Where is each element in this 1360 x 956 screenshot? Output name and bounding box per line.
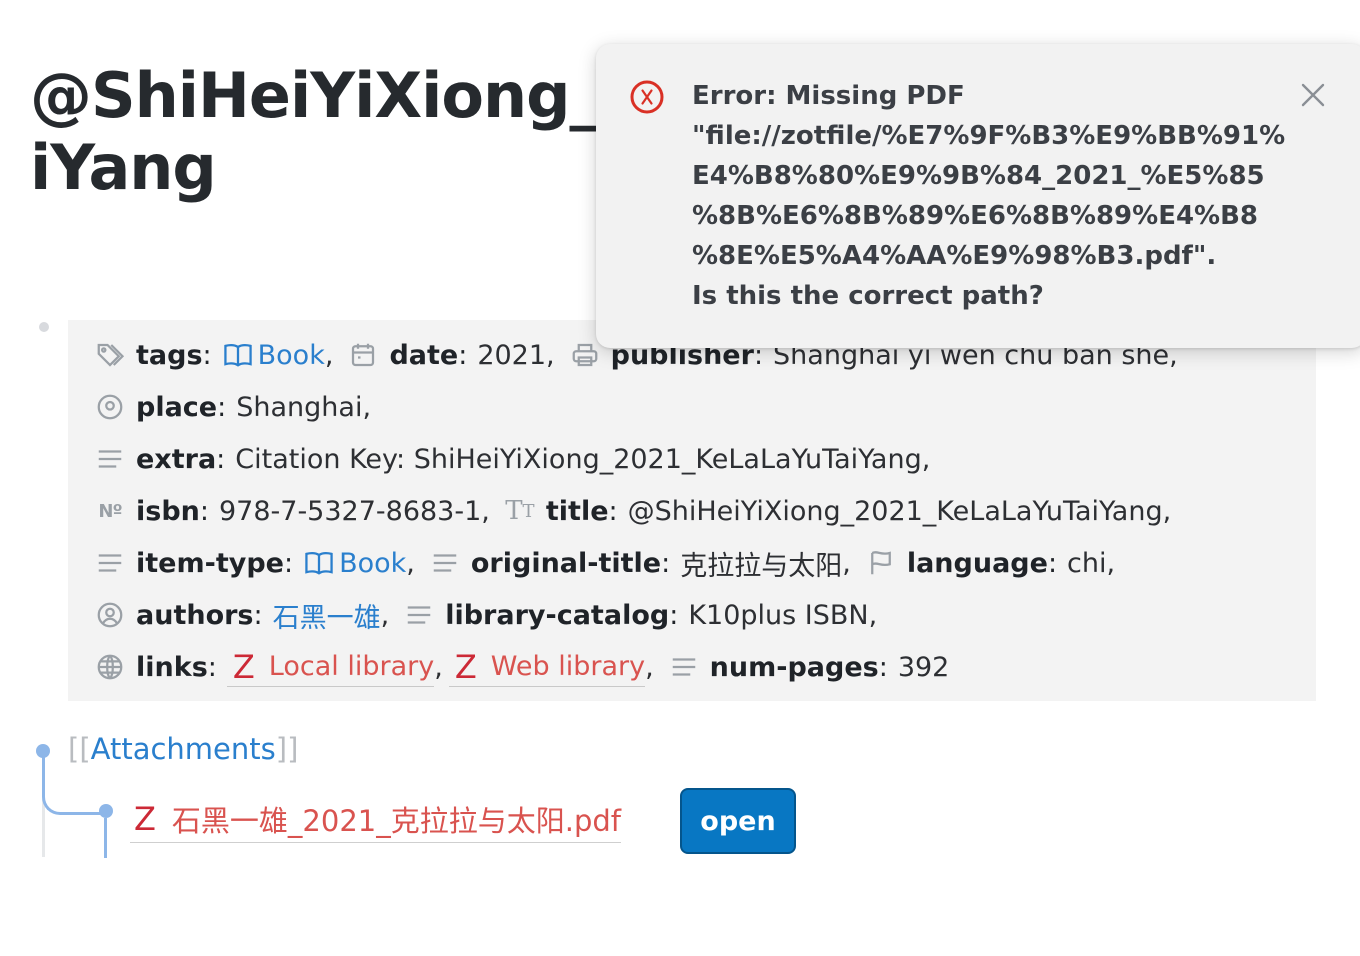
original-title-key: original-title [470,547,662,579]
isbn-key: isbn [136,495,200,527]
date-value: 2021 [477,339,547,371]
zotero-icon: Z [134,799,156,838]
pdf-file-link[interactable]: Z 石黑一雄_2021_克拉拉与太阳.pdf [130,798,621,843]
authors-key: authors [136,599,254,631]
printer-icon [569,339,601,371]
attachments-page-ref[interactable]: [[Attachments]] [68,732,298,766]
flag-icon [865,547,897,579]
tags-key: tags [136,339,203,371]
error-message-line: %8B%E6%8B%89%E6%8B%89%E4%B8 [692,201,1259,231]
library-catalog-value: K10plus ISBN [688,599,869,631]
language-key: language [906,547,1048,579]
links-key: links [136,651,208,683]
author-link[interactable]: 石黑一雄 [273,596,381,635]
web-library-link[interactable]: Z Web library [448,647,646,687]
text-size-icon: TT [505,496,535,526]
error-message-line: Is this the correct path? [692,281,1044,311]
open-button[interactable]: open [680,788,796,854]
numero-icon: Nº [98,500,122,522]
block-bullet[interactable] [39,322,49,332]
property-row-isbn: Nº isbn: 978-7-5327-8683-1, TT title: @S… [94,488,1185,534]
error-notification: Error: Missing PDF "file://zotfile/%E7%9… [596,44,1360,348]
text-lines-icon [94,443,126,475]
num-pages-value: 392 [897,651,950,683]
property-row-authors: authors: 石黑一雄, library-catalog: K10plus … [94,592,891,638]
attachments-link[interactable]: Attachments [91,732,276,766]
local-library-link[interactable]: Z Local library [226,647,435,687]
tag-book-link[interactable]: Book [222,340,325,371]
attachment-item: Z 石黑一雄_2021_克拉拉与太阳.pdf [130,796,621,844]
original-title-value: 克拉拉与太阳 [680,550,843,582]
property-row-extra: extra: Citation Key: ShiHeiYiXiong_2021_… [94,436,944,482]
extra-value: Citation Key: ShiHeiYiXiong_2021_KeLaLaY… [235,443,922,475]
close-icon[interactable] [1298,80,1328,110]
title-key: title [545,495,609,527]
property-row-item-type: item-type: Book , original-title: 克拉拉与太阳… [94,540,1129,586]
zotero-icon: Z [232,647,255,686]
item-type-key: item-type [136,547,284,579]
globe-icon [94,651,126,683]
properties-block[interactable]: tags: Book , date: 2021, publisher: Shan… [68,320,1316,701]
text-lines-icon [403,599,435,631]
text-lines-icon [94,547,126,579]
place-key: place [136,391,218,423]
tree-child-line [104,818,107,858]
error-message-line: E4%B8%80%E9%9B%84_2021_%E5%85 [692,161,1265,191]
title-value: @ShiHeiYiXiong_2021_KeLaLaYuTaiYang [627,495,1163,527]
error-icon [628,78,666,116]
text-lines-icon [668,651,700,683]
attachments-bullet[interactable] [36,744,50,758]
pdf-file-name[interactable]: 石黑一雄_2021_克拉拉与太阳.pdf [172,798,621,840]
num-pages-key: num-pages [709,651,879,683]
language-value: chi [1067,547,1107,579]
isbn-value: 978-7-5327-8683-1 [218,495,482,527]
item-type-book-link[interactable]: Book [303,548,406,579]
calendar-icon [347,339,379,371]
error-message: Error: Missing PDF "file://zotfile/%E7%9… [692,76,1286,316]
error-message-line: %8E%E5%A4%AA%E9%98%B3.pdf". [692,241,1217,271]
map-pin-icon [94,391,126,423]
error-message-line: Error: Missing PDF [692,81,965,111]
extra-key: extra [136,443,217,475]
zotero-icon: Z [454,647,477,686]
property-row-links: links: Z Local library , Z Web library , n… [94,644,949,690]
place-value: Shanghai [236,391,363,423]
book-icon [223,343,252,367]
library-catalog-key: library-catalog [445,599,670,631]
tag-icon [94,339,126,371]
error-message-line: "file://zotfile/%E7%9F%B3%E9%BB%91% [692,121,1286,151]
user-circle-icon [94,599,126,631]
book-icon [305,551,333,575]
attachment-child-bullet[interactable] [99,804,113,818]
property-row-place: place: Shanghai, [94,384,385,430]
date-key: date [389,339,459,371]
text-lines-icon [429,547,461,579]
